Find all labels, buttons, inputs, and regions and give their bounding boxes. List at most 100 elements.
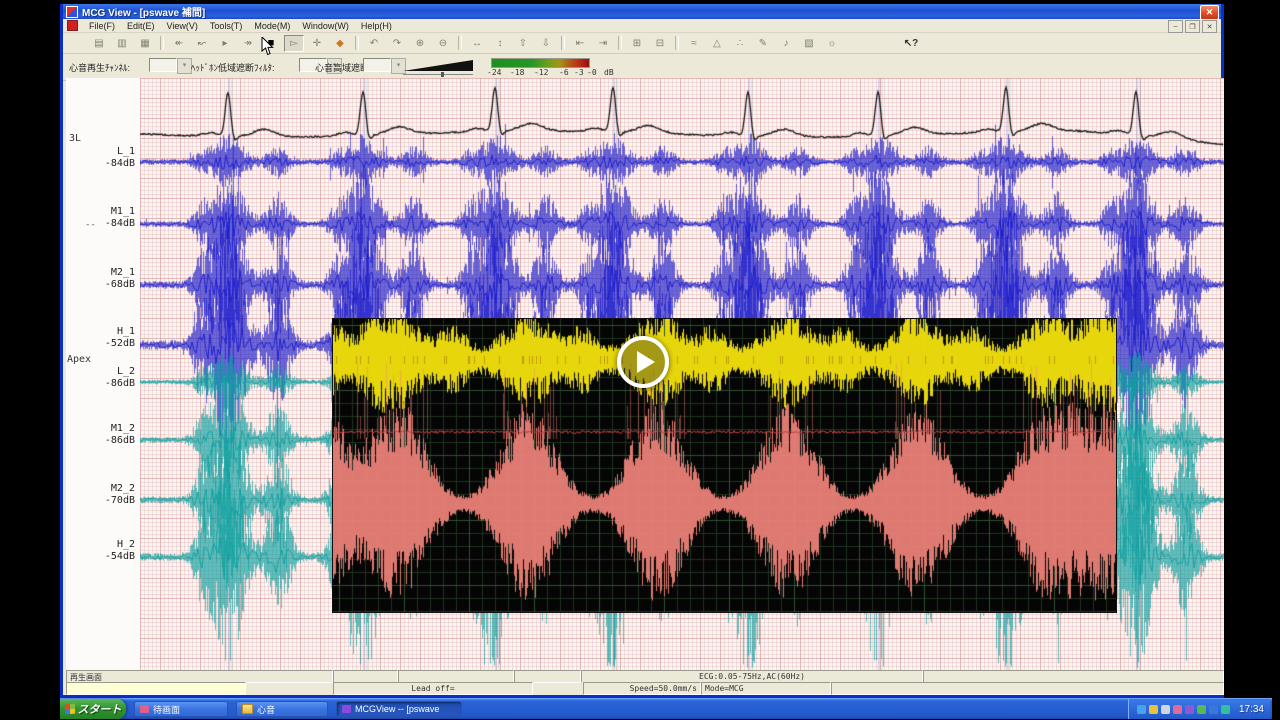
mdi-minimize-button[interactable]: – xyxy=(1168,20,1183,33)
menu-bar: File(F)Edit(E)View(V)Tools(T)Mode(M)Wind… xyxy=(63,19,1221,33)
volume-slider-thumb[interactable] xyxy=(441,72,444,77)
channel-level: -84dB xyxy=(105,218,135,229)
rewind-icon[interactable]: ↞ xyxy=(169,35,189,52)
redo-icon[interactable]: ↷ xyxy=(387,35,407,52)
taskbar-item[interactable]: MCGView -- [pswave xyxy=(336,701,462,717)
channel-level: -86dB xyxy=(105,435,135,446)
document-icon xyxy=(67,20,78,31)
gain-up-icon[interactable]: ⇧ xyxy=(513,35,533,52)
taskbar-item-label: 待画面 xyxy=(153,703,180,716)
meter-tick: -12 xyxy=(534,68,548,77)
headphone-lowcut-label: ﾍｯﾄﾞﾎﾝ低域遮断ﾌｨﾙﾀ: xyxy=(191,61,275,74)
menu-bar-items: File(F)Edit(E)View(V)Tools(T)Mode(M)Wind… xyxy=(83,21,398,31)
page-right-icon[interactable]: ⇥ xyxy=(593,35,613,52)
pointer-icon[interactable]: ▻ xyxy=(284,35,304,52)
toolbar-separator xyxy=(618,36,622,50)
channel-name: M1_2 xyxy=(111,423,135,434)
meter-tick: -3 xyxy=(574,68,584,77)
tray-icon-2[interactable] xyxy=(1149,705,1158,714)
status-row-2: Lead off=Speed=50.0mm/sMode=MCG xyxy=(66,682,1224,694)
tray-icons xyxy=(1137,705,1230,714)
tray-icon-1[interactable] xyxy=(1137,705,1146,714)
hand-icon[interactable]: ✛ xyxy=(307,35,327,52)
toolbar-separator xyxy=(561,36,565,50)
tray-icon-4[interactable] xyxy=(1173,705,1182,714)
forward-icon[interactable]: ↠ xyxy=(238,35,258,52)
start-button[interactable]: スタート xyxy=(60,699,126,719)
undo-icon[interactable]: ↶ xyxy=(364,35,384,52)
report-icon[interactable]: ▧ xyxy=(799,35,819,52)
play-icon xyxy=(637,351,655,373)
zoom-in-icon[interactable]: ⊕ xyxy=(410,35,430,52)
app-window: MCG View - [pswave 補間] ✕ File(F)Edit(E)V… xyxy=(60,4,1224,698)
volume-slider-track[interactable] xyxy=(403,74,473,75)
channel-group-label: 3L xyxy=(69,133,81,144)
tray-icon-3[interactable] xyxy=(1161,705,1170,714)
zoom-out-icon[interactable]: ⊖ xyxy=(433,35,453,52)
tray-icon-5[interactable] xyxy=(1185,705,1194,714)
menu-window[interactable]: Window(W) xyxy=(296,21,355,31)
taskbar-item[interactable]: 待画面 xyxy=(134,701,228,717)
save-icon[interactable]: ▥ xyxy=(112,35,132,52)
title-bar: MCG View - [pswave 補間] ✕ xyxy=(63,4,1221,19)
measure-icon[interactable]: ∴ xyxy=(730,35,750,52)
chevron-down-icon[interactable]: ▾ xyxy=(177,58,192,74)
layout-icon[interactable]: ⊟ xyxy=(650,35,670,52)
play-button[interactable] xyxy=(617,336,669,388)
mdi-window-controls: –❐✕ xyxy=(1168,20,1217,33)
menu-file[interactable]: File(F) xyxy=(83,21,121,31)
combo-value xyxy=(363,58,391,72)
toolbar: ▤▥▦↞↜▸↠■▻✛◆↶↷⊕⊖↔↕⇧⇩⇤⇥⊞⊟≈△∴✎♪▧☼↖? xyxy=(63,33,1221,54)
windows-logo-icon xyxy=(65,704,75,715)
gain-down-icon[interactable]: ⇩ xyxy=(536,35,556,52)
spectrum-icon[interactable]: △ xyxy=(707,35,727,52)
channel-name: M2_2 xyxy=(111,483,135,494)
taskbar-item-label: MCGView -- [pswave xyxy=(355,704,439,714)
channel-level: -52dB xyxy=(105,338,135,349)
playback-channel-select[interactable]: ▾ xyxy=(149,58,192,72)
menu-mode[interactable]: Mode(M) xyxy=(248,21,296,31)
print-icon[interactable]: ▦ xyxy=(135,35,155,52)
mdi-restore-button[interactable]: ❐ xyxy=(1185,20,1200,33)
marker-icon[interactable]: ◆ xyxy=(330,35,350,52)
close-button[interactable]: ✕ xyxy=(1200,5,1219,20)
status-cell: Speed=50.0mm/s xyxy=(583,682,701,695)
menu-view[interactable]: View(V) xyxy=(161,21,204,31)
tray-icon-8[interactable] xyxy=(1221,705,1230,714)
channel-label-gutter: 3LApex--L_1-84dBM1_1-84dBM2_1-68dBH_1-52… xyxy=(66,78,140,670)
annotate-icon[interactable]: ✎ xyxy=(753,35,773,52)
step-back-icon[interactable]: ↜ xyxy=(192,35,212,52)
channel-name: L_1 xyxy=(117,146,135,157)
page-left-icon[interactable]: ⇤ xyxy=(570,35,590,52)
open-icon[interactable]: ▤ xyxy=(89,35,109,52)
app-task-icon xyxy=(140,705,149,713)
start-label: スタート xyxy=(78,701,122,717)
channel-name: H_2 xyxy=(117,539,135,550)
menu-edit[interactable]: Edit(E) xyxy=(121,21,161,31)
mdi-close-button[interactable]: ✕ xyxy=(1202,20,1217,33)
context-help-icon[interactable]: ↖? xyxy=(901,35,921,52)
mouse-cursor xyxy=(261,37,274,56)
meter-tick: -24 xyxy=(487,68,501,77)
menu-help[interactable]: Help(H) xyxy=(355,21,398,31)
highcut-select[interactable]: ▾ xyxy=(363,58,406,72)
window-title: MCG View - [pswave 補間] xyxy=(82,4,205,19)
tray-icon-7[interactable] xyxy=(1209,705,1218,714)
taskbar-item-label: 心音 xyxy=(257,703,275,716)
filter-icon[interactable]: ≈ xyxy=(684,35,704,52)
folder-icon xyxy=(242,704,253,714)
sound-icon[interactable]: ♪ xyxy=(776,35,796,52)
screen: MCG View - [pswave 補間] ✕ File(F)Edit(E)V… xyxy=(0,0,1280,720)
channel-name: M2_1 xyxy=(111,267,135,278)
expand-y-icon[interactable]: ↕ xyxy=(490,35,510,52)
menu-tools[interactable]: Tools(T) xyxy=(204,21,249,31)
grid-icon[interactable]: ⊞ xyxy=(627,35,647,52)
toolbar-separator xyxy=(160,36,164,50)
channel-level: -86dB xyxy=(105,378,135,389)
tray-icon-6[interactable] xyxy=(1197,705,1206,714)
play-icon[interactable]: ▸ xyxy=(215,35,235,52)
taskbar-item[interactable]: 心音 xyxy=(236,701,328,717)
meter-tick: -18 xyxy=(510,68,524,77)
settings-icon[interactable]: ☼ xyxy=(822,35,842,52)
expand-x-icon[interactable]: ↔ xyxy=(467,35,487,52)
